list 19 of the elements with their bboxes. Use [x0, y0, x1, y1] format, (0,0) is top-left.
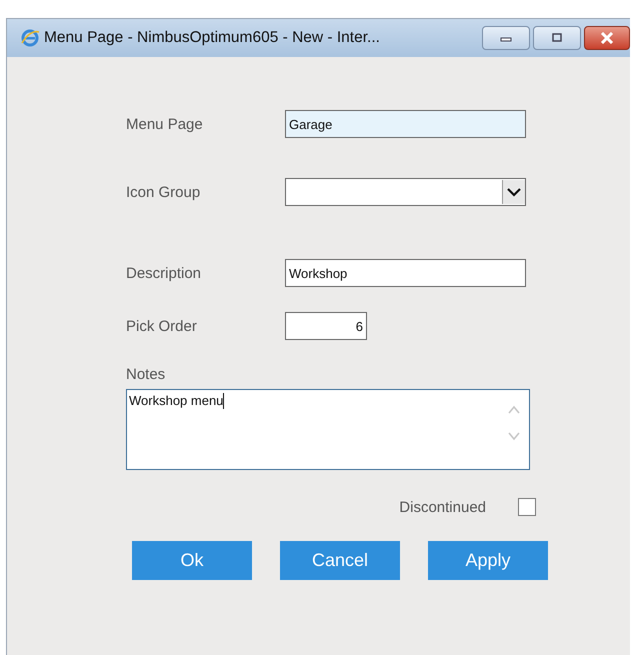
checkbox[interactable] [518, 498, 536, 516]
field-label: Description [126, 264, 202, 282]
notes-field[interactable]: Workshop menu [126, 389, 530, 470]
maximize-button[interactable] [533, 26, 581, 50]
checkbox-label: Discontinued [399, 498, 486, 516]
close-icon [599, 32, 615, 44]
field-label: Menu Page [126, 116, 204, 132]
field-label: Pick Order [126, 318, 198, 334]
browser-logo-icon [20, 28, 40, 48]
chevron-down-icon [502, 180, 525, 204]
window-title: Menu Page - NimbusOptimum605 - New - Inter... [44, 29, 380, 47]
input-field[interactable]: 6 [285, 312, 367, 340]
minimize-button[interactable] [482, 26, 530, 50]
dropdown-field[interactable] [285, 178, 526, 206]
close-button[interactable] [584, 26, 630, 50]
input-field[interactable]: Workshop [285, 259, 526, 287]
input-field[interactable]: Garage [285, 110, 526, 138]
field-label: Notes [126, 366, 166, 383]
field-label: Icon Group [126, 184, 202, 200]
